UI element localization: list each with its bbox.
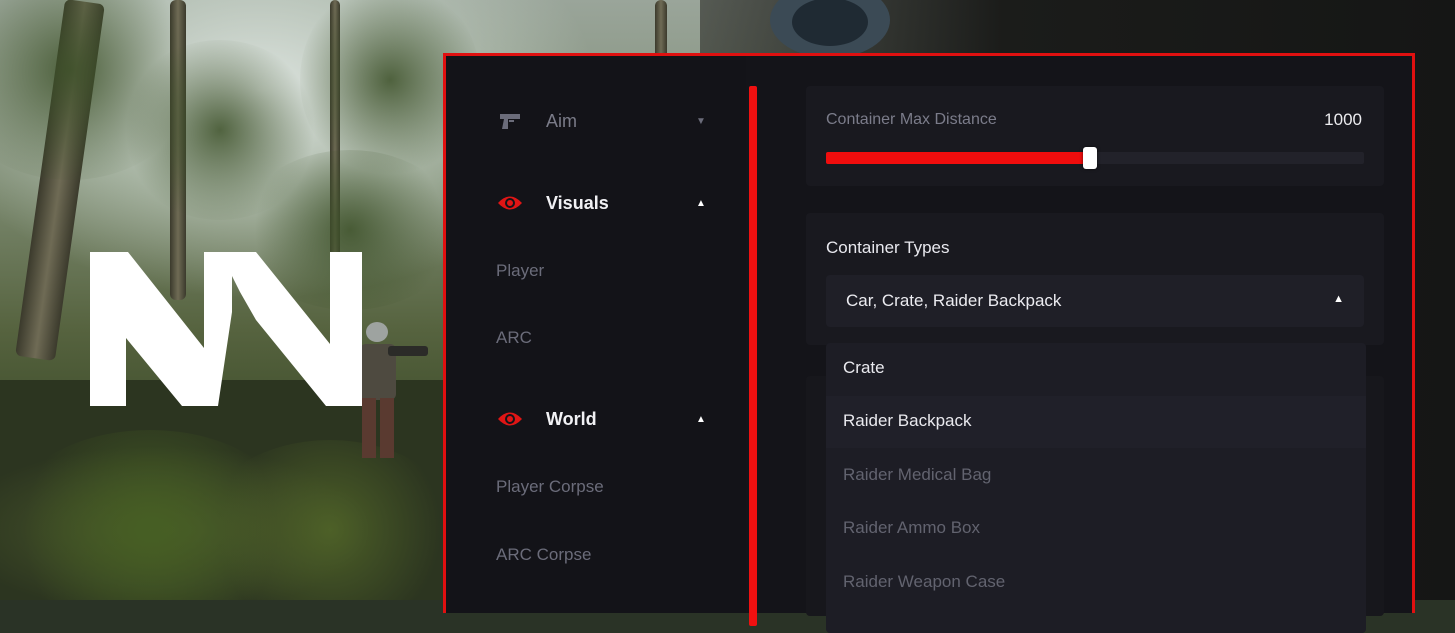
chevron-up-icon: ▲ <box>1333 293 1344 305</box>
select-value: Car, Crate, Raider Backpack <box>846 291 1062 310</box>
eye-icon <box>496 192 524 214</box>
option-raider-weapon-case[interactable]: Raider Weapon Case <box>826 557 1366 609</box>
sidebar-item-arc-corpse[interactable]: ARC Corpse <box>496 545 591 565</box>
option-raider-ammo-box[interactable]: Raider Ammo Box <box>826 503 1366 555</box>
option-label: Raider Ammo Box <box>843 518 980 537</box>
panel-divider <box>749 86 757 626</box>
chevron-up-icon: ▲ <box>696 197 706 209</box>
brand-logo-icon <box>90 252 362 406</box>
container-types-dropdown: Crate Raider Backpack Raider Medical Bag… <box>826 343 1366 633</box>
container-types-card: Container Types Car, Crate, Raider Backp… <box>806 213 1384 345</box>
max-distance-value: 1000 <box>1324 110 1362 129</box>
chevron-up-icon: ▲ <box>696 413 706 425</box>
slider-thumb[interactable] <box>1082 147 1097 169</box>
pistol-icon <box>496 110 524 132</box>
nav-label-visuals: Visuals <box>546 192 609 213</box>
sidebar-item-player[interactable]: Player <box>496 261 544 281</box>
option-crate[interactable]: Crate <box>826 343 1366 395</box>
option-label: Raider Weapon Case <box>843 572 1006 591</box>
sidebar-item-player-corpse[interactable]: Player Corpse <box>496 477 604 497</box>
soldier-figure <box>360 322 428 458</box>
background-device <box>770 0 890 55</box>
nav-label-world: World <box>546 408 597 429</box>
slider-fill <box>826 152 1090 164</box>
tree-trunk <box>655 0 667 60</box>
option-label: Raider Medical Bag <box>843 465 992 484</box>
eye-icon <box>496 408 524 430</box>
sidebar: Aim ▼ Visuals ▲ Player ARC World ▲ Playe… <box>446 56 746 613</box>
option-raider-backpack[interactable]: Raider Backpack <box>826 396 1366 448</box>
max-distance-label: Container Max Distance <box>826 111 997 128</box>
max-distance-slider[interactable] <box>826 147 1364 169</box>
option-label: Raider Backpack <box>843 411 972 430</box>
container-types-select[interactable]: Car, Crate, Raider Backpack ▲ <box>826 275 1364 327</box>
nav-label-aim: Aim <box>546 110 577 131</box>
sidebar-item-arc[interactable]: ARC <box>496 328 532 348</box>
container-types-label: Container Types <box>826 238 950 257</box>
nav-item-visuals[interactable]: Visuals ▲ <box>496 192 706 214</box>
chevron-down-icon: ▼ <box>696 115 706 127</box>
menu-panel: Aim ▼ Visuals ▲ Player ARC World ▲ Playe… <box>443 53 1415 633</box>
max-distance-card: Container Max Distance 1000 <box>806 86 1384 186</box>
option-label: Crate <box>843 358 885 377</box>
nav-item-world[interactable]: World ▲ <box>496 408 706 430</box>
option-raider-medical-bag[interactable]: Raider Medical Bag <box>826 450 1366 502</box>
nav-item-aim[interactable]: Aim ▼ <box>496 110 706 132</box>
